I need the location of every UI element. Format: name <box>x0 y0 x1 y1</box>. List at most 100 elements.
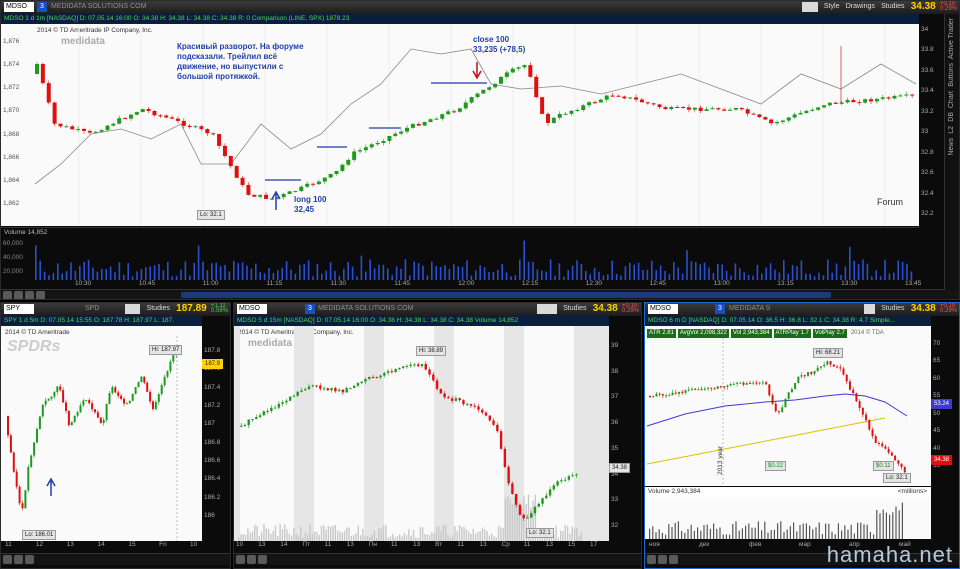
daily-link-group[interactable]: 3 <box>715 304 725 314</box>
symbol-input[interactable]: MDSO <box>4 2 34 12</box>
volume-bar <box>686 250 688 280</box>
volume-bar <box>330 526 332 541</box>
style-button[interactable]: Style <box>824 2 840 12</box>
link-group-button[interactable]: 3 <box>37 2 47 12</box>
mid-zoom-in-icon[interactable] <box>247 555 256 564</box>
volume-bar <box>484 529 486 541</box>
volume-bar <box>767 532 769 539</box>
candle <box>541 498 544 504</box>
interval-button[interactable]: 1m <box>801 2 818 12</box>
mid-zoom-out-icon[interactable] <box>236 555 245 564</box>
candle <box>322 388 326 390</box>
candle <box>839 367 842 369</box>
x-tick-label: 13:45 <box>905 280 922 287</box>
candle <box>592 102 597 104</box>
daily-interval-button[interactable]: D <box>863 304 875 314</box>
side-tab[interactable]: DB <box>948 112 955 122</box>
zoom-in-icon[interactable] <box>14 291 23 299</box>
candle <box>826 361 829 365</box>
candle <box>134 112 139 115</box>
y-tick-label: 33 <box>611 496 619 504</box>
candle <box>319 385 322 389</box>
reset-icon[interactable] <box>36 291 45 299</box>
mid-pan-icon[interactable] <box>258 555 267 564</box>
candle <box>616 95 621 97</box>
pan-icon[interactable] <box>25 291 34 299</box>
mid-price-plot[interactable]: MDSO 5 d 15m [NASDAQ] D: 07.05.14 16:00 … <box>234 316 609 541</box>
mid-link-group[interactable]: 3 <box>305 304 315 314</box>
candle <box>874 98 879 102</box>
daily-zoom-out-icon[interactable] <box>647 555 656 564</box>
daily-zoom-in-icon[interactable] <box>658 555 667 564</box>
volume-bar <box>754 527 756 539</box>
volume-bar <box>224 264 226 280</box>
volume-bar <box>202 261 204 280</box>
volume-bar <box>549 259 552 280</box>
candle <box>675 107 680 109</box>
side-tab[interactable]: News <box>948 138 955 156</box>
candle <box>736 382 739 384</box>
candle <box>273 407 277 409</box>
volume-bar <box>684 532 686 539</box>
drawings-button[interactable]: Drawings <box>846 2 875 12</box>
volume-bar <box>687 528 689 539</box>
candle <box>829 361 832 365</box>
candle <box>510 68 515 73</box>
daily-symbol-input[interactable]: MDSO <box>648 304 678 314</box>
volume-bar <box>491 533 493 541</box>
mid-studies-button[interactable]: Studies <box>563 304 586 314</box>
candle <box>240 425 243 427</box>
volume-bar <box>334 525 336 541</box>
candle <box>511 483 514 494</box>
studies-button[interactable]: Studies <box>881 2 904 12</box>
main-price-plot[interactable]: MDSO 1 d 1m [NASDAQ] D: 07.05.14 16:00 O… <box>1 14 919 226</box>
dividend-tag-2: $0.11 <box>873 461 894 471</box>
volume-bar <box>351 266 354 280</box>
mid-company: MEDIDATA SOLUTIONS COM <box>318 305 414 312</box>
side-tab[interactable]: Chart <box>948 91 955 108</box>
volume-bar <box>219 266 222 280</box>
candle <box>443 393 446 398</box>
daily-pan-icon[interactable] <box>669 555 678 564</box>
side-tab[interactable]: L2 <box>948 126 955 134</box>
volume-bar <box>211 263 213 280</box>
spy-price-plot[interactable]: SPY 1 d 5m D: 07.05.14 15:55 O: 187.78 H… <box>1 316 202 541</box>
side-tab[interactable]: Active Trader <box>948 18 955 59</box>
spy-zoom-out-icon[interactable] <box>3 555 12 564</box>
daily-studies-button[interactable]: Studies <box>881 304 904 314</box>
volume-bar <box>43 271 46 280</box>
spy-pan-icon[interactable] <box>25 555 34 564</box>
y-tick-label: 186.4 <box>204 475 221 483</box>
volume-bar <box>373 268 376 280</box>
spy-zoom-in-icon[interactable] <box>14 555 23 564</box>
volume-bar <box>197 245 200 280</box>
side-tab[interactable]: Buttons <box>948 63 955 87</box>
spy-symbol-input[interactable]: SPY <box>4 304 34 314</box>
daily-price-plot[interactable]: MDSO 6 m D [NASDAQ] D: 07.05.14 O: 36.5 … <box>645 316 931 486</box>
spy-studies-button[interactable]: Studies <box>147 304 170 314</box>
volume-bar <box>334 270 336 280</box>
volume-bar <box>598 271 600 280</box>
candle <box>832 364 835 367</box>
volume-bar <box>545 271 547 280</box>
candle <box>446 111 451 115</box>
volume-bar <box>286 529 288 541</box>
volume-bar <box>709 528 711 539</box>
volume-bar <box>713 523 715 539</box>
main-price-svg <box>34 24 917 226</box>
candle <box>581 105 586 111</box>
volume-bar <box>642 269 644 280</box>
volume-bar <box>863 524 865 539</box>
x-tick-label: фев <box>749 541 762 548</box>
scrollbar[interactable] <box>181 292 831 298</box>
candle <box>894 455 897 461</box>
volume-bar <box>857 522 859 539</box>
volume-bar <box>739 268 741 280</box>
session-band <box>364 326 384 541</box>
volume-bar <box>875 270 877 280</box>
volume-bar <box>114 272 116 280</box>
mid-symbol-input[interactable]: MDSO <box>237 304 267 314</box>
mid-interval-button[interactable]: 15m <box>537 304 557 314</box>
spy-interval-button[interactable]: 5m <box>124 304 141 314</box>
zoom-out-icon[interactable] <box>3 291 12 299</box>
